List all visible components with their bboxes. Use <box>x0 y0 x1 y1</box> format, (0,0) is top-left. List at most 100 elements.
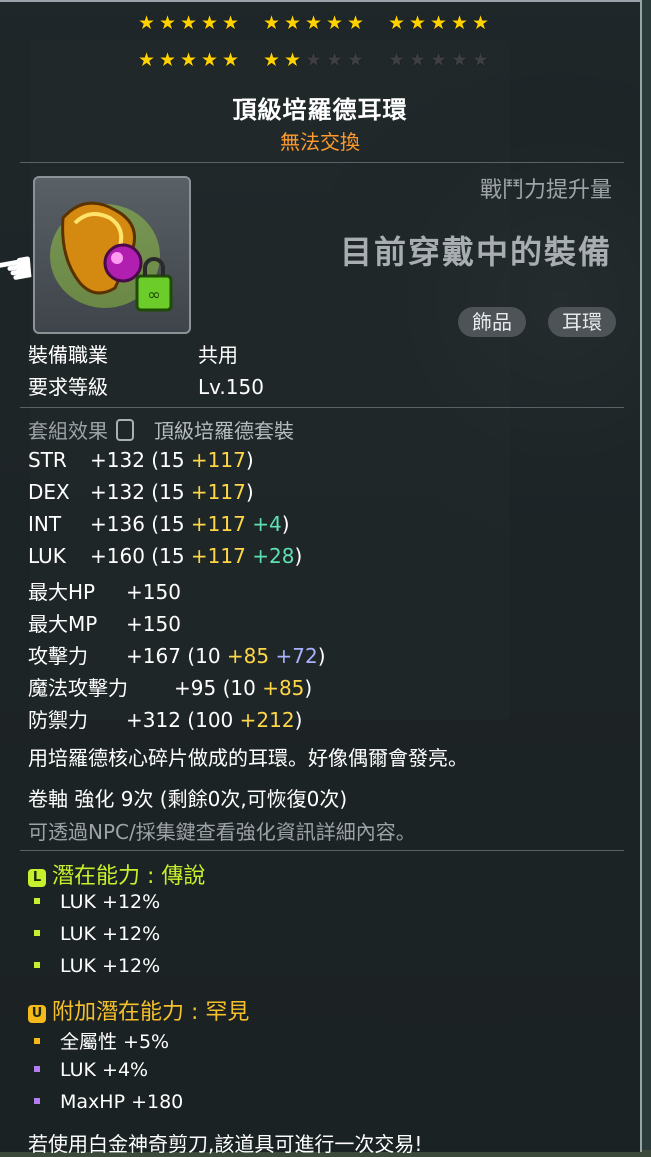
stat-name: DEX <box>28 480 70 504</box>
star-filled-icon: ★ <box>305 12 323 34</box>
level-value: Lv.150 <box>198 375 264 399</box>
stat-name: STR <box>28 448 67 472</box>
star-filled-icon: ★ <box>263 12 281 34</box>
stat-total: +150 <box>126 612 181 636</box>
star-empty-icon: ★ <box>451 49 469 71</box>
star-empty-icon: ★ <box>305 49 323 71</box>
legendary-badge-icon: L <box>28 869 46 887</box>
bullet-icon <box>34 962 40 968</box>
potential-title: 潛在能力 : 傳說 <box>52 864 206 889</box>
stat-bonus: +85 <box>226 644 270 668</box>
star-empty-icon: ★ <box>388 49 406 71</box>
stat-name: 攻擊力 <box>28 644 88 668</box>
stat-name: 最大HP <box>28 580 96 604</box>
star-empty-icon: ★ <box>430 49 448 71</box>
stat-bonus: +117 <box>190 480 246 504</box>
potential-text: MaxHP +180 <box>60 1091 184 1113</box>
stat-name: 魔法攻擊力 <box>28 676 128 700</box>
star-force-row-1: ★ ★ ★ ★ ★ ★ ★ ★ ★ ★ ★ ★ ★ ★ ★ <box>138 14 491 33</box>
background-edge <box>641 0 651 1150</box>
item-tooltip: ★ ★ ★ ★ ★ ★ ★ ★ ★ ★ ★ ★ ★ ★ ★ ★ ★ ★ ★ ★ ★ ★ ★ ★ ★ ★ ★ ★ ★ ★ 頂級培羅德耳環 … <box>0 0 642 1156</box>
star-empty-icon: ★ <box>472 49 490 71</box>
item-description: 用培羅德核心碎片做成的耳環。好像偶爾會發亮。 <box>28 746 468 770</box>
stat-row: 魔法攻擊力 +95 (10 +85) <box>28 672 312 701</box>
stat-row: STR +132 (15 +117) <box>28 448 254 472</box>
currently-equipped-label: 目前穿戴中的裝備 <box>339 233 612 271</box>
star-empty-icon: ★ <box>326 49 344 71</box>
stat-total: +95 <box>174 676 217 700</box>
potential-header: L 潛在能力 : 傳說 <box>28 858 205 890</box>
star-filled-icon: ★ <box>451 12 469 34</box>
bullet-icon <box>34 930 40 936</box>
item-name: 頂級培羅德耳環 <box>232 96 408 124</box>
bullet-icon <box>34 898 40 904</box>
star-filled-icon: ★ <box>388 12 406 34</box>
star-filled-icon: ★ <box>326 12 344 34</box>
stat-extra: +72 <box>275 644 318 668</box>
star-group: ★ ★ ★ ★ ★ <box>388 14 491 33</box>
star-filled-icon: ★ <box>222 12 240 34</box>
divider <box>20 850 624 851</box>
potential-text: 全屬性 +5% <box>60 1031 170 1053</box>
star-filled-icon: ★ <box>430 12 448 34</box>
potential-line: LUK +12% <box>34 955 160 977</box>
stat-total: +132 <box>90 448 145 472</box>
stat-name: 最大MP <box>28 612 98 636</box>
stat-row: 最大MP +150 <box>28 608 181 637</box>
star-group: ★ ★ ★ ★ ★ <box>263 14 366 33</box>
stat-base: (15 <box>151 544 185 568</box>
job-value: 共用 <box>198 343 238 367</box>
stat-base: (15 <box>151 448 185 472</box>
stat-bonus: +117 <box>190 544 246 568</box>
potential-text: LUK +12% <box>60 923 161 945</box>
job-row: 裝備職業 共用 <box>28 339 238 368</box>
power-increase-label: 戰鬥力提升量 <box>479 178 612 203</box>
potential-text: LUK +12% <box>60 955 161 977</box>
additional-potential-header: U 附加潛在能力 : 罕見 <box>28 994 249 1026</box>
stat-close: ) <box>294 708 303 732</box>
stat-bonus: +117 <box>190 512 246 536</box>
bullet-icon <box>34 1098 40 1104</box>
star-filled-icon: ★ <box>180 12 198 34</box>
unique-badge-icon: U <box>28 1005 46 1023</box>
potential-line: LUK +4% <box>34 1059 148 1081</box>
stat-base: (15 <box>151 512 185 536</box>
divider <box>20 407 624 408</box>
stat-row: 攻擊力 +167 (10 +85 +72) <box>28 640 326 669</box>
star-group: ★ ★ ★ ★ ★ <box>138 51 241 70</box>
stat-row: 最大HP +150 <box>28 576 181 605</box>
star-filled-icon: ★ <box>347 12 365 34</box>
stat-name: LUK <box>28 544 66 568</box>
bullet-icon <box>34 1066 40 1072</box>
stat-base: (100 <box>187 708 234 732</box>
star-filled-icon: ★ <box>472 12 490 34</box>
potential-text: LUK +4% <box>60 1059 149 1081</box>
star-filled-icon: ★ <box>284 12 302 34</box>
enhance-hint: 可透過NPC/採集鍵查看強化資訊詳細內容。 <box>28 820 416 844</box>
set-icon <box>116 419 134 441</box>
stat-base: (10 <box>187 644 221 668</box>
potential-line: MaxHP +180 <box>34 1091 183 1113</box>
additional-title: 附加潛在能力 : 罕見 <box>52 1000 250 1025</box>
star-force-row-2: ★ ★ ★ ★ ★ ★ ★ ★ ★ ★ ★ ★ ★ ★ ★ <box>138 51 491 70</box>
potential-line: LUK +12% <box>34 923 160 945</box>
stat-row: INT +136 (15 +117 +4) <box>28 512 290 536</box>
set-name: 頂級培羅德套裝 <box>154 419 294 443</box>
star-filled-icon: ★ <box>138 12 156 34</box>
star-filled-icon: ★ <box>159 49 177 71</box>
star-empty-icon: ★ <box>409 49 427 71</box>
item-icon-frame: ∞ <box>33 176 191 334</box>
star-empty-icon: ★ <box>347 49 365 71</box>
earring-icon: ∞ <box>50 201 173 312</box>
star-filled-icon: ★ <box>263 49 281 71</box>
star-filled-icon: ★ <box>180 49 198 71</box>
level-row: 要求等級 Lv.150 <box>28 371 264 400</box>
star-filled-icon: ★ <box>222 49 240 71</box>
enhance-info: 卷軸 強化 9次 (剩餘0次,可恢復0次) <box>28 787 348 811</box>
star-filled-icon: ★ <box>159 12 177 34</box>
stat-total: +150 <box>126 580 181 604</box>
stat-base: (15 <box>151 480 185 504</box>
star-group: ★ ★ ★ ★ ★ <box>138 14 241 33</box>
potential-line: 全屬性 +5% <box>34 1027 169 1054</box>
set-effect-label: 套組效果 <box>28 419 108 443</box>
